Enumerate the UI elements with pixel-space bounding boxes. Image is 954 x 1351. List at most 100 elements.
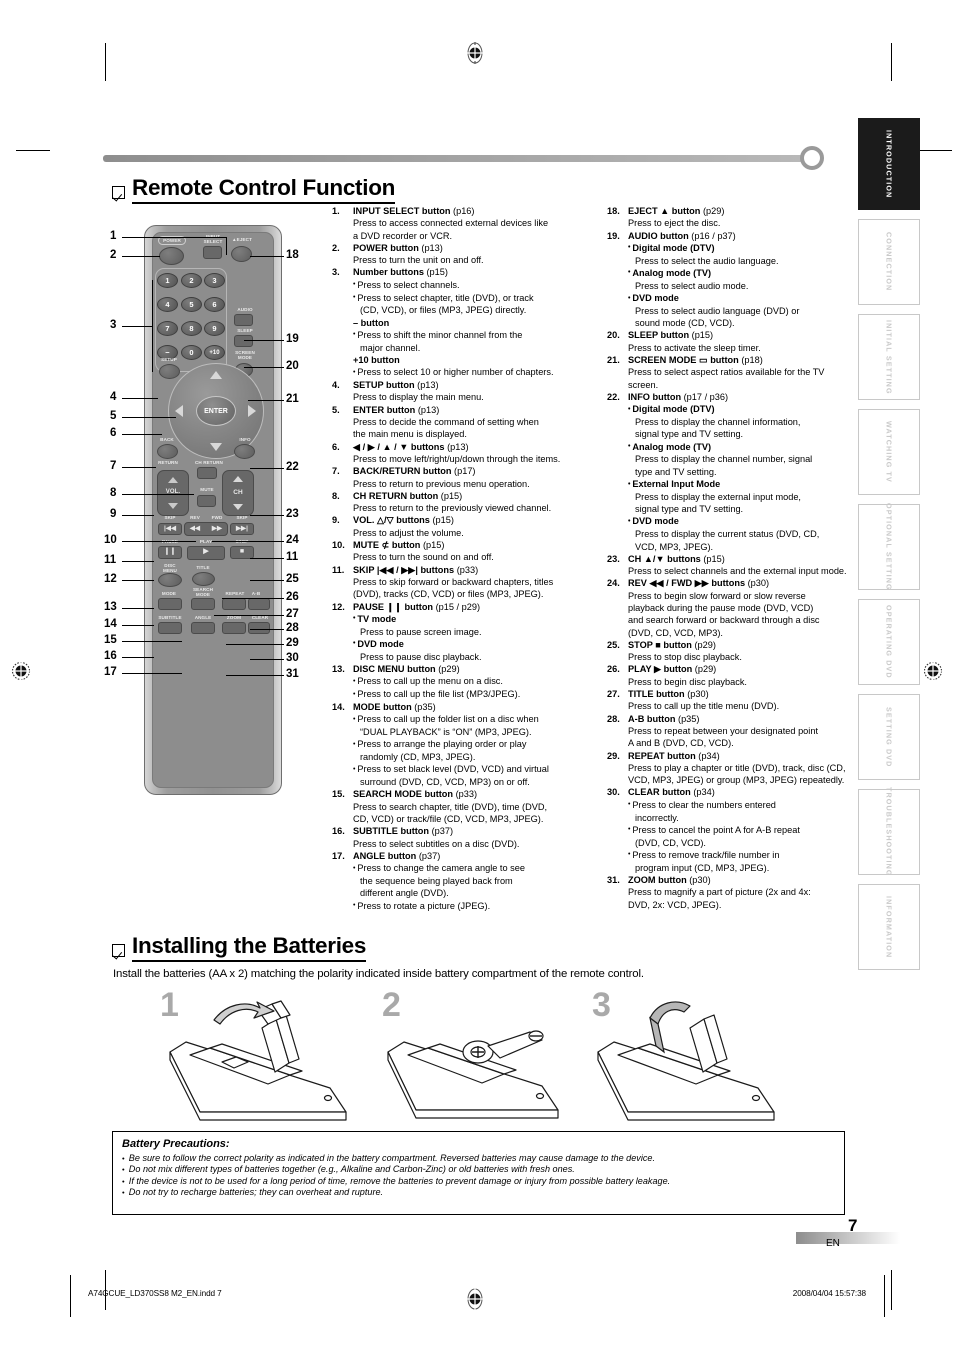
function-item-page-ref: (p34) [693,787,715,798]
function-item-subhead: External Input Mode [628,478,857,491]
leader-line [122,417,176,418]
function-item-body: SUBTITLE button (p37) Press to select sub… [353,825,592,850]
function-item-page-ref: (p15) [440,490,463,501]
remote-angle-button [191,622,215,634]
remote-key-5: 5 [181,297,202,312]
page-language-code: EN [826,1238,840,1249]
side-tab-operating-dvd[interactable]: OPERATING DVD [858,599,920,685]
function-item: 26. PLAY ▶ button (p29) Press to begin dis… [605,663,857,688]
remote-return-label: RETURN [158,460,178,465]
remote-audio-button [234,314,253,326]
ch-down-arrow-icon [233,504,243,510]
leader-line [122,515,154,516]
function-item-page-ref: (p16 / p37) [691,230,736,241]
callout-16: 16 [104,650,117,662]
function-item-page-ref: (p29) [702,206,725,216]
function-item-title: AUDIO button (p16 / p37) [628,230,736,241]
function-item-subhead: Digital mode (DTV) [628,403,857,416]
function-item-number: 12. [332,601,345,612]
function-item-line: Press to select aspect ratios available … [628,367,825,390]
function-item-number: 27. [607,689,620,700]
dpad-right-arrow-icon [248,405,256,417]
function-item-page-ref: (p13) [417,404,440,415]
play-icon: ▶ [203,548,209,555]
remote-screen-mode-label: SCREEN MODE [235,350,255,360]
function-item-number: 28. [607,713,620,724]
function-item-title: SEARCH MODE button (p33) [353,789,478,800]
function-item: 31. ZOOM button (p30) Press to magnify a p… [605,874,857,911]
side-tab-troubleshooting[interactable]: TROUBLESHOOTING [858,787,920,877]
function-item-number: 11. [332,564,345,575]
callout-26: 26 [286,591,299,603]
skip-back-icon: |◀◀ [163,525,177,532]
function-item-page-ref: (p34) [698,750,720,761]
leader-line [226,644,284,645]
function-item-page-ref: (p29) [694,639,716,650]
function-item-title: INFO button (p17 / p36) [628,391,729,402]
registration-mark-left [10,660,32,682]
remote-back-label: BACK [160,437,174,442]
section-heading-remote-control: Remote Control Function [112,176,395,204]
function-item-number: 30. [607,787,620,798]
leader-line [122,541,196,542]
side-tab-introduction[interactable]: INTRODUCTION [858,118,920,210]
side-tab-information[interactable]: INFORMATION [858,884,920,970]
side-tab-setting-dvd[interactable]: SETTING DVD [858,694,920,780]
function-item-number: 14. [332,701,345,712]
function-item-title: A-B button (p35) [628,713,700,724]
function-item-line: Press to eject the disc. [628,218,721,229]
remote-rev-label: REV [190,515,200,520]
callout-27: 27 [286,608,299,620]
function-item-page-ref: (p30) [687,689,709,700]
function-item-title: SLEEP button (p15) [628,330,714,341]
function-item-number: 15. [332,789,345,800]
side-tab-label: TROUBLESHOOTING [884,787,894,877]
function-item-body: ENTER button (p13) Press to decide the co… [353,404,592,441]
function-item-bullet: Press to set black level (DVD, VCD) and … [353,763,592,776]
side-tab-connection[interactable]: CONNECTION [858,219,920,305]
function-item: 4. SETUP button (p13) Press to display the… [330,379,592,404]
remote-enter-button: ENTER [196,396,236,426]
function-item-line: different angle (DVD). [360,888,449,899]
function-item-body: CH ▲/▼ buttons (p15) Press to select chan… [628,553,857,578]
function-item-body: ANGLE button (p37)Press to change the ca… [353,850,592,912]
function-item-line: Press to select channels and the externa… [628,566,847,577]
function-item-number: 23. [607,553,620,564]
precaution-item: Do not try to recharge batteries; they c… [122,1187,835,1199]
callout-5: 5 [110,410,117,422]
header-knob-icon [800,146,824,170]
function-item-body: SLEEP button (p15) Press to activate the … [628,329,857,354]
function-item-line: program input (CD, MP3, JPEG). [635,862,770,873]
remote-ab-button [248,598,270,610]
precaution-item: Be sure to follow the correct polarity a… [122,1153,835,1165]
side-tab-watching-tv[interactable]: WATCHING TV [858,409,920,495]
callout-4: 4 [110,391,117,403]
function-item-title: SUBTITLE button (p37) [353,826,454,837]
function-item-line: surround (DVD, CD, VCD, MP3) on or off. [360,777,530,788]
function-item: 25. STOP ■ button (p29) Press to stop disc… [605,639,857,664]
function-item-body: PAUSE ❙❙ button (p15 / p29)TV modePress … [353,601,592,663]
crop-mark-top-right [891,43,892,81]
function-item-number: 6. [332,441,340,452]
function-item: 7. BACK/RETURN button (p17) Press to retur… [330,465,592,490]
side-tab-label: INITIAL SETTING [884,319,894,395]
side-tab-label: INFORMATION [884,895,894,959]
callout-13: 13 [104,601,117,613]
side-tab-initial-setting[interactable]: INITIAL SETTING [858,314,920,400]
function-item-number: 20. [607,330,620,341]
function-item-title: PLAY ▶ button (p29) [628,664,717,675]
remote-subtitle-label: SUBTITLE [158,615,182,620]
page-title: Remote Control Function [132,176,395,204]
function-item-bullet: Press to call up the file list (MP3/JPEG… [353,688,592,701]
stop-icon: ■ [239,548,245,555]
side-tab-optional-setting[interactable]: OPTIONAL SETTING [858,503,920,591]
leader-line [122,657,154,658]
function-item-title: DISC MENU button (p29) [353,663,460,674]
function-item-subhead: Digital mode (DTV) [628,242,857,255]
function-item-line: Press to return to previous menu operati… [353,478,530,489]
remote-fwd-label: FWD [211,515,223,520]
function-item-bullet: Press to clear the numbers entered [628,799,857,812]
leader-line [248,400,284,401]
remote-eject-label: ▲EJECT [232,237,252,242]
function-item-title: SETUP button (p13) [353,380,439,391]
